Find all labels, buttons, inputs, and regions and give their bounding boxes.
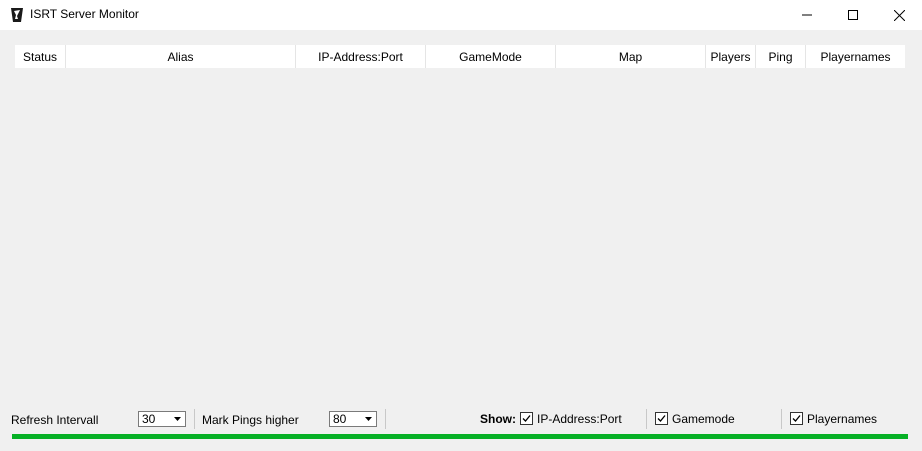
mark-pings-label: Mark Pings higher (202, 413, 299, 427)
show-gamemode-checkbox[interactable] (655, 412, 668, 425)
show-playernames-checkbox[interactable] (790, 412, 803, 425)
show-label: Show: (480, 412, 516, 426)
refresh-interval-label: Refresh Intervall (11, 413, 99, 427)
window-title: ISRT Server Monitor (30, 7, 139, 21)
refresh-interval-value: 30 (142, 412, 156, 426)
column-header-playernames[interactable]: Playernames (806, 45, 905, 68)
show-ip-checkbox[interactable] (520, 412, 533, 425)
column-header-players[interactable]: Players (706, 45, 756, 68)
column-header-ping[interactable]: Ping (756, 45, 806, 68)
separator (194, 409, 195, 429)
separator (646, 409, 647, 429)
dropdown-arrow-icon (169, 412, 185, 426)
column-header-alias[interactable]: Alias (66, 45, 296, 68)
maximize-button[interactable] (830, 0, 876, 30)
separator (781, 409, 782, 429)
show-playernames-label[interactable]: Playernames (807, 412, 877, 426)
column-header-ip-address-port[interactable]: IP-Address:Port (296, 45, 426, 68)
minimize-icon (802, 14, 812, 16)
minimize-button[interactable] (784, 0, 830, 30)
mark-pings-select[interactable]: 80 (329, 411, 377, 427)
show-ip-label[interactable]: IP-Address:Port (537, 412, 622, 426)
server-table-header: Status Alias IP-Address:Port GameMode Ma… (15, 45, 905, 68)
refresh-interval-select[interactable]: 30 (138, 411, 186, 427)
title-bar: ISRT Server Monitor (0, 0, 922, 30)
mark-pings-value: 80 (333, 412, 347, 426)
dropdown-arrow-icon (360, 412, 376, 426)
separator (385, 409, 386, 429)
checkmark-icon (792, 415, 801, 422)
isrt-app-icon (9, 7, 25, 23)
checkmark-icon (522, 415, 531, 422)
close-icon (893, 9, 905, 21)
maximize-icon (848, 10, 858, 20)
column-header-map[interactable]: Map (556, 45, 706, 68)
refresh-progress-bar (12, 434, 908, 439)
refresh-progress-fill (12, 434, 908, 439)
column-header-gamemode[interactable]: GameMode (426, 45, 556, 68)
show-gamemode-label[interactable]: Gamemode (672, 412, 735, 426)
close-button[interactable] (876, 0, 922, 30)
column-header-status[interactable]: Status (15, 45, 66, 68)
checkmark-icon (657, 415, 666, 422)
